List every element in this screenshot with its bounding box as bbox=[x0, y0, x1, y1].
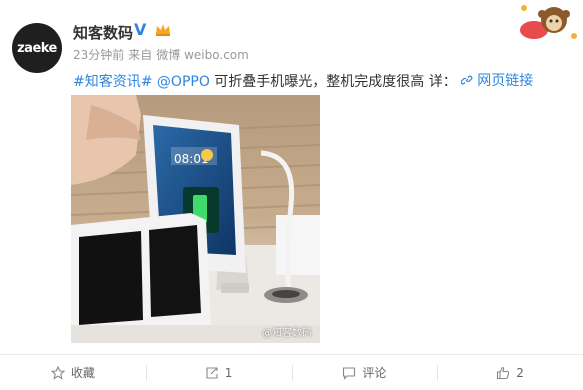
comment-button[interactable]: 评论 bbox=[291, 355, 438, 390]
monkey-decoration-icon bbox=[520, 5, 577, 39]
source-prefix: 来自 bbox=[128, 48, 153, 62]
verified-badge-icon: V bbox=[134, 20, 147, 39]
avatar-logo-text: zaeke bbox=[17, 40, 57, 56]
repost-count: 1 bbox=[224, 365, 233, 380]
avatar[interactable]: zaeke bbox=[12, 23, 62, 73]
member-crown-icon bbox=[156, 24, 170, 36]
repost-icon bbox=[206, 366, 218, 379]
favorite-label: 收藏 bbox=[70, 366, 95, 380]
thumbs-up-icon bbox=[497, 366, 510, 379]
user-name[interactable]: 知客数码 bbox=[73, 22, 133, 43]
post-text: #知客资讯# @OPPO 可折叠手机曝光，整机完成度很高 详： 网页链接 bbox=[73, 70, 533, 91]
post-image[interactable]: 08:01 @知客数码 bbox=[71, 95, 320, 343]
web-link[interactable]: 网页链接 bbox=[461, 70, 533, 90]
foldable-phone-photo: 08:01 bbox=[71, 95, 320, 343]
post-time[interactable]: 23分钟前 bbox=[73, 48, 124, 62]
weibo-post-card: zaeke 知客数码 V 23分钟前 来自 微博 weibo.com #知客资讯# … bbox=[0, 0, 583, 390]
action-bar: 收藏 1 评论 2 bbox=[0, 355, 583, 390]
post-source[interactable]: 微博 weibo.com bbox=[156, 48, 249, 62]
hashtag-link[interactable]: #知客资讯# bbox=[73, 74, 152, 90]
post-body: 可折叠手机曝光，整机完成度很高 详： bbox=[209, 74, 457, 90]
post-meta: 23分钟前 来自 微博 weibo.com bbox=[73, 46, 253, 63]
comment-icon bbox=[343, 366, 356, 380]
comment-label: 评论 bbox=[362, 366, 387, 380]
mention-link[interactable]: @OPPO bbox=[157, 74, 210, 90]
favorite-button[interactable]: 收藏 bbox=[0, 355, 146, 390]
like-count: 2 bbox=[516, 365, 524, 380]
web-link-label: 网页链接 bbox=[477, 73, 534, 89]
like-button[interactable]: 2 bbox=[437, 355, 583, 390]
image-watermark: @知客数码 bbox=[262, 328, 312, 339]
repost-button[interactable]: 1 bbox=[145, 355, 292, 390]
link-icon bbox=[461, 75, 473, 85]
star-icon bbox=[50, 365, 65, 380]
